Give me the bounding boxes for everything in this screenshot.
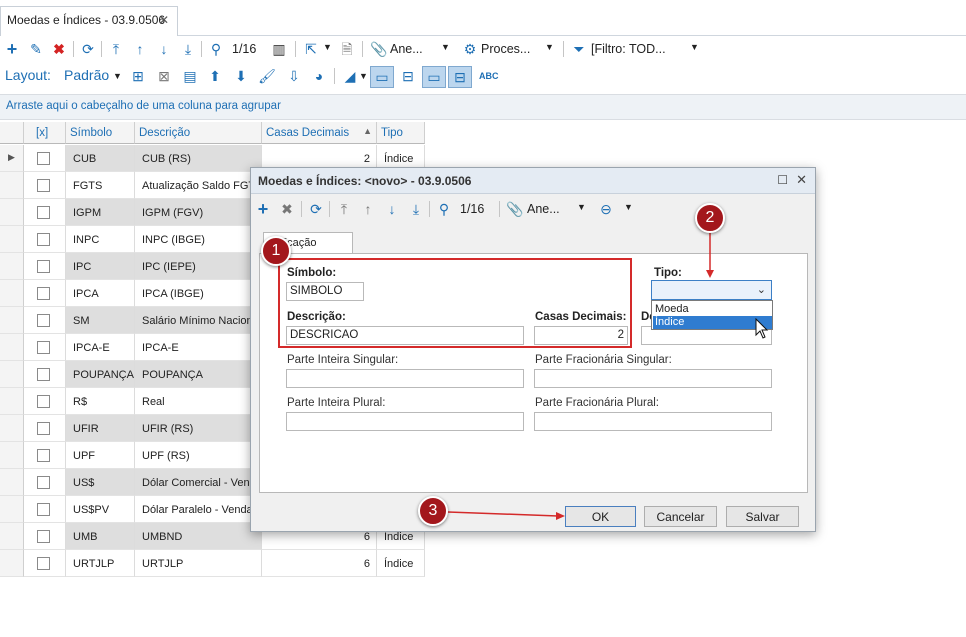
annotation-badge-3: 3 [418, 496, 448, 526]
annotation-arrows [447, 232, 714, 520]
annotation-badge-2: 2 [695, 203, 725, 233]
annotation-badge-1: 1 [261, 236, 291, 266]
